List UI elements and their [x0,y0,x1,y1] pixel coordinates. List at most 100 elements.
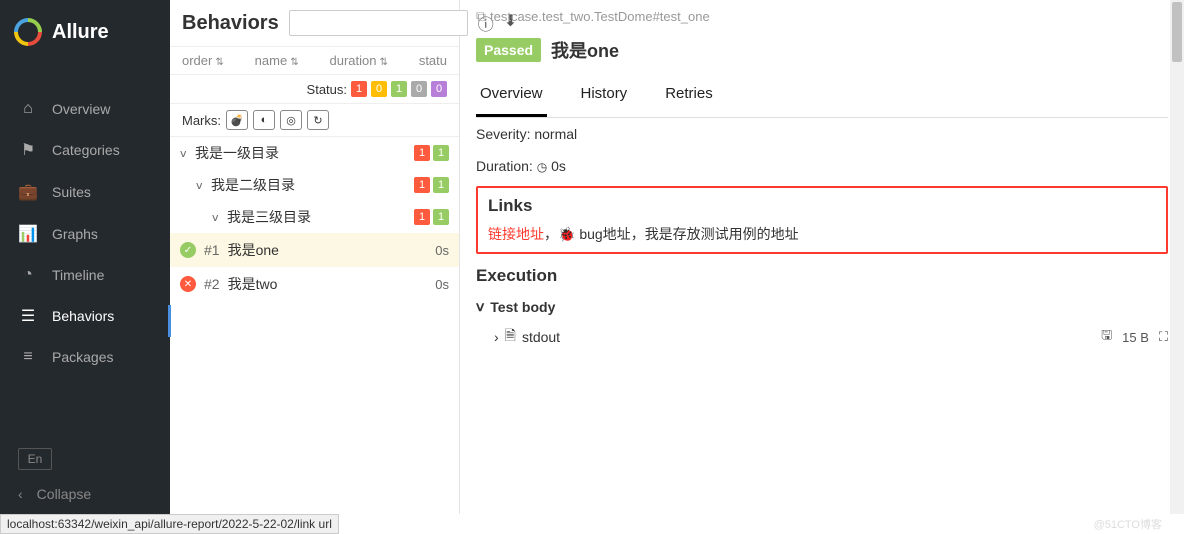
link-url[interactable]: 链接地址 [488,226,544,242]
chevron-down-icon: ⅴ [180,147,192,160]
tree-node-l2[interactable]: ⅴ我是二级目录11 [170,169,459,201]
chevron-left-icon: ‹ [18,486,23,502]
leaf-name: 我是one [228,240,436,260]
count-badge: 1 [433,145,449,161]
nav-label: Categories [52,142,120,158]
stdout-size: 15 B [1122,330,1149,345]
col-name[interactable]: name [255,53,288,68]
leaf-dur: 0s [435,243,449,258]
tree-node-l3[interactable]: ⅴ我是三级目录11 [170,201,459,233]
status-filter: Status: 1 0 1 0 0 [170,75,459,104]
active-nav-indicator [168,305,171,337]
search-input[interactable] [289,10,468,36]
clock-icon: ◷ [537,160,547,174]
status-unknown[interactable]: 0 [431,81,447,97]
tab-history[interactable]: History [577,75,632,117]
tab-retries[interactable]: Retries [661,75,717,117]
test-leaf-two[interactable]: ✕#2我是two0s [170,267,459,301]
severity-row: Severity: normal [476,118,1168,150]
copy-icon[interactable]: ⧉ [476,8,486,25]
allure-logo-icon [8,12,48,52]
nav-behaviors[interactable]: ☰ Behaviors [0,295,170,337]
stdout-row[interactable]: › 🗎 stdout 🖫 15 B ⛶ [476,319,1168,355]
severity-label: Severity: [476,126,530,142]
nav-overview[interactable]: ⌂Overview [0,89,170,129]
chart-icon: 📊 [18,224,38,244]
col-duration[interactable]: duration [330,53,377,68]
marks-label: Marks: [182,113,221,128]
leaf-num: #1 [204,242,220,258]
chevron-down-icon: ⅴ [476,298,484,315]
collapse-sidebar[interactable]: ‹ Collapse [18,486,152,502]
col-status[interactable]: statu [419,53,447,68]
nav: ⌂Overview ⚑ Categories 💼 Suites 📊 Graphs ◔T… [0,64,170,436]
briefcase-icon: 💼 [18,182,38,202]
tab-overview[interactable]: Overview [476,75,547,117]
mark-flaky-icon[interactable]: ◐ [253,110,275,130]
pass-icon: ✓ [180,242,196,258]
count-badge: 1 [414,209,430,225]
breadcrumb: ⧉testcase.test_two.TestDome#test_one [476,8,1168,31]
scrollbar[interactable] [1170,0,1184,514]
links-section: Links 链接地址，🐞 bug地址，我是存放测试用例的地址 [476,186,1168,254]
status-failed[interactable]: 1 [351,81,367,97]
count-badge: 1 [433,177,449,193]
severity-value: normal [534,126,577,142]
nav-label: Behaviors [52,308,114,324]
links-heading: Links [488,196,1156,216]
nav-label: Packages [52,349,113,365]
fullscreen-icon[interactable]: ⛶ [1159,329,1168,345]
col-order[interactable]: order [182,53,212,68]
detail-panel: ⧉testcase.test_two.TestDome#test_one Pas… [460,0,1184,514]
bug-link[interactable]: bug地址 [579,226,630,242]
duration-row: Duration: ◷ 0s [476,150,1168,182]
logo[interactable]: Allure [0,0,170,64]
status-skipped[interactable]: 0 [411,81,427,97]
behaviors-panel: Behaviors ⓘ ⬇ order⇅ name⇅ duration⇅ sta… [170,0,460,514]
status-badge: Passed [476,38,541,62]
status-label: Status: [307,82,347,97]
panel-title: Behaviors [182,12,279,35]
mark-new-icon[interactable]: ◎ [280,110,302,130]
scroll-thumb[interactable] [1172,2,1182,62]
flag-icon: ⚑ [18,140,38,160]
sort-icon: ⇅ [290,57,298,68]
test-leaf-one[interactable]: ✓ #1 我是one0s [170,233,459,267]
list-icon: ☰ [18,306,38,326]
sep: ， [631,226,645,242]
nav-label: Graphs [52,226,98,242]
tree-node-l1[interactable]: ⅴ我是一级目录11 [170,137,459,169]
nav-categories[interactable]: ⚑ Categories [0,129,170,171]
nav-label: Suites [52,184,91,200]
language-toggle[interactable]: En [18,448,52,470]
sep: ， [544,226,558,242]
status-passed[interactable]: 1 [391,81,407,97]
marks-filter: Marks: 💣 ◐ ◎ ↻ [170,104,459,137]
nav-suites[interactable]: 💼 Suites [0,171,170,213]
testcase-link[interactable]: 我是存放测试用例的地址 [645,226,799,242]
stdout-label: stdout [522,329,560,345]
mark-bomb-icon[interactable]: 💣 [226,110,248,130]
execution-heading: Execution [476,258,1168,294]
status-broken[interactable]: 0 [371,81,387,97]
test-body-row[interactable]: ⅴ Test body [476,294,1168,319]
clock-icon: ◔ [18,266,38,284]
test-body-label: Test body [490,299,555,315]
chevron-down-icon: ⅴ [196,179,208,192]
nav-packages[interactable]: ≡Packages [0,337,170,377]
save-icon[interactable]: 🖫 [1101,326,1112,348]
mark-retry-icon[interactable]: ↻ [307,110,329,130]
nav-graphs[interactable]: 📊 Graphs [0,213,170,255]
file-icon: 🗎 [505,325,516,349]
leaf-name: 我是two [228,274,436,294]
chevron-right-icon: › [494,329,499,345]
home-icon: ⌂ [18,100,38,118]
watermark: @51CTO博客 [1094,516,1162,532]
count-badge: 1 [414,177,430,193]
duration-label: Duration: [476,158,533,174]
collapse-label: Collapse [37,486,91,502]
tree-label: 我是一级目录 [195,143,414,163]
duration-value: 0s [551,158,566,174]
test-title: 我是one [551,37,619,63]
nav-timeline[interactable]: ◔Timeline [0,255,170,295]
